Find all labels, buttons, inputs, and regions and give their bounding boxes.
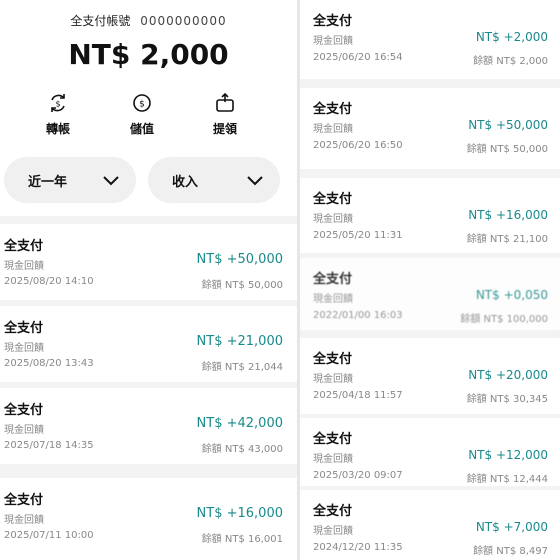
transaction-row[interactable]: 全支付 現金回饋 NT$ +16,000 2025/05/20 11:31 餘額… [300, 178, 560, 253]
wallet-header: 全支付帳號 0000000000 NT$ 2,000 $ 轉帳 $ 儲值 提領 … [0, 0, 297, 216]
transaction-description: 現金回饋 [4, 425, 44, 436]
transaction-amount: NT$ +42,000 [196, 416, 283, 431]
transaction-balance: 餘額 NT$ 30,345 [466, 394, 548, 405]
transaction-balance: 餘額 NT$ 16,001 [201, 534, 283, 545]
transaction-balance: 餘額 NT$ 8,497 [473, 546, 548, 557]
transaction-row[interactable]: 全支付 現金回饋 NT$ +16,000 2025/07/11 10:00 餘額… [0, 478, 297, 560]
transaction-balance: 餘額 NT$ 12,444 [466, 474, 548, 485]
transaction-row[interactable]: 全支付 現金回饋 NT$ +20,000 2025/04/18 11:57 餘額… [300, 338, 560, 414]
transaction-row[interactable]: 全支付 現金回饋 NT$ +7,000 2024/12/20 11:35 餘額 … [300, 490, 560, 560]
transfer-button[interactable]: $ 轉帳 [28, 92, 88, 137]
merchant-name: 全支付 [313, 272, 353, 287]
transaction-amount: NT$ +16,000 [196, 506, 283, 521]
transaction-datetime: 2025/07/11 10:00 [4, 530, 94, 541]
merchant-name: 全支付 [4, 493, 44, 508]
chevron-down-icon [103, 176, 119, 186]
transaction-amount: NT$ +2,000 [475, 30, 548, 44]
transaction-row[interactable]: 全支付 現金回饋 NT$ +21,000 2025/08/20 13:43 餘額… [0, 306, 297, 382]
account-line: 全支付帳號 0000000000 [0, 12, 297, 29]
merchant-name: 全支付 [313, 192, 353, 207]
transaction-amount: NT$ +16,000 [468, 208, 548, 222]
type-dropdown-label: 收入 [172, 175, 199, 190]
transaction-row[interactable]: 全支付 現金回饋 NT$ +0,050 2022/01/00 16:03 餘額 … [300, 258, 560, 330]
type-dropdown[interactable]: 收入 [148, 157, 280, 203]
transaction-description: 現金回饋 [313, 36, 353, 47]
transaction-datetime: 2025/08/20 14:10 [4, 276, 94, 287]
transaction-balance: 餘額 NT$ 21,100 [466, 234, 548, 245]
transaction-balance: 餘額 NT$ 50,000 [201, 280, 283, 291]
transaction-amount: NT$ +12,000 [468, 448, 548, 462]
withdraw-label: 提領 [212, 122, 237, 136]
transaction-amount: NT$ +21,000 [196, 334, 283, 349]
transaction-row[interactable]: 全支付 現金回饋 NT$ +50,000 2025/08/20 14:10 餘額… [0, 224, 297, 300]
withdraw-button[interactable]: 提領 [195, 92, 255, 137]
period-dropdown[interactable]: 近一年 [4, 157, 136, 203]
transaction-datetime: 2025/08/20 13:43 [4, 358, 94, 369]
transaction-description: 現金回饋 [4, 343, 44, 354]
merchant-name: 全支付 [313, 14, 353, 29]
transaction-row[interactable]: 全支付 現金回饋 NT$ +12,000 2025/03/20 09:07 餘額… [300, 418, 560, 486]
transaction-balance: 餘額 NT$ 2,000 [473, 56, 548, 67]
transaction-balance: 餘額 NT$ 21,044 [201, 362, 283, 373]
transaction-amount: NT$ +7,000 [475, 520, 548, 534]
chevron-down-icon [247, 176, 263, 186]
topup-label: 儲值 [129, 122, 154, 136]
transaction-datetime: 2025/06/20 16:54 [313, 52, 403, 63]
withdraw-icon [216, 92, 234, 112]
merchant-name: 全支付 [313, 352, 353, 367]
transaction-datetime: 2025/03/20 09:07 [313, 470, 403, 481]
merchant-name: 全支付 [4, 403, 44, 418]
transaction-balance: 餘額 NT$ 100,000 [460, 314, 548, 325]
topup-icon: $ [133, 94, 151, 112]
transaction-row[interactable]: 全支付 現金回饋 NT$ +42,000 2025/07/18 14:35 餘額… [0, 388, 297, 464]
transaction-balance: 餘額 NT$ 50,000 [466, 144, 548, 155]
transaction-balance: 餘額 NT$ 43,000 [201, 444, 283, 455]
transaction-datetime: 2022/01/00 16:03 [313, 310, 403, 321]
transaction-row[interactable]: 全支付 現金回饋 NT$ +50,000 2025/06/20 16:50 餘額… [300, 88, 560, 169]
transaction-description: 現金回饋 [4, 515, 44, 526]
merchant-name: 全支付 [4, 321, 44, 336]
transaction-description: 現金回饋 [313, 374, 353, 385]
account-number-masked: 0000000000 [140, 14, 227, 28]
period-dropdown-label: 近一年 [28, 175, 68, 190]
transaction-description: 現金回饋 [313, 526, 353, 537]
transaction-datetime: 2025/06/20 16:50 [313, 140, 403, 151]
merchant-name: 全支付 [313, 504, 353, 519]
transfer-icon: $ [51, 94, 65, 112]
svg-text:$: $ [55, 100, 60, 109]
transaction-amount: NT$ +20,000 [468, 368, 548, 382]
right-screen: 全支付 現金回饋 NT$ +2,000 2025/06/20 16:54 餘額 … [300, 0, 560, 560]
transaction-description: 現金回饋 [313, 214, 353, 225]
transaction-datetime: 2025/05/20 11:31 [313, 230, 403, 241]
left-screen: 全支付帳號 0000000000 NT$ 2,000 $ 轉帳 $ 儲值 提領 … [0, 0, 297, 560]
transaction-amount: NT$ +50,000 [196, 252, 283, 267]
transaction-amount: NT$ +0,050 [475, 288, 548, 302]
balance-amount: NT$ 2,000 [68, 38, 229, 71]
transfer-label: 轉帳 [45, 122, 70, 136]
transaction-datetime: 2025/04/18 11:57 [313, 390, 403, 401]
transaction-description: 現金回饋 [313, 454, 353, 465]
transaction-datetime: 2025/07/18 14:35 [4, 440, 94, 451]
transaction-description: 現金回饋 [4, 261, 44, 272]
transaction-description: 現金回饋 [313, 124, 353, 135]
transaction-amount: NT$ +50,000 [468, 118, 548, 132]
merchant-name: 全支付 [313, 432, 353, 447]
transaction-datetime: 2024/12/20 11:35 [313, 542, 403, 553]
account-label: 全支付帳號 [70, 14, 131, 28]
merchant-name: 全支付 [313, 102, 353, 117]
svg-text:$: $ [139, 100, 145, 110]
transaction-description: 現金回饋 [313, 294, 353, 305]
merchant-name: 全支付 [4, 239, 44, 254]
topup-button[interactable]: $ 儲值 [112, 92, 172, 137]
transaction-row[interactable]: 全支付 現金回饋 NT$ +2,000 2025/06/20 16:54 餘額 … [300, 0, 560, 79]
